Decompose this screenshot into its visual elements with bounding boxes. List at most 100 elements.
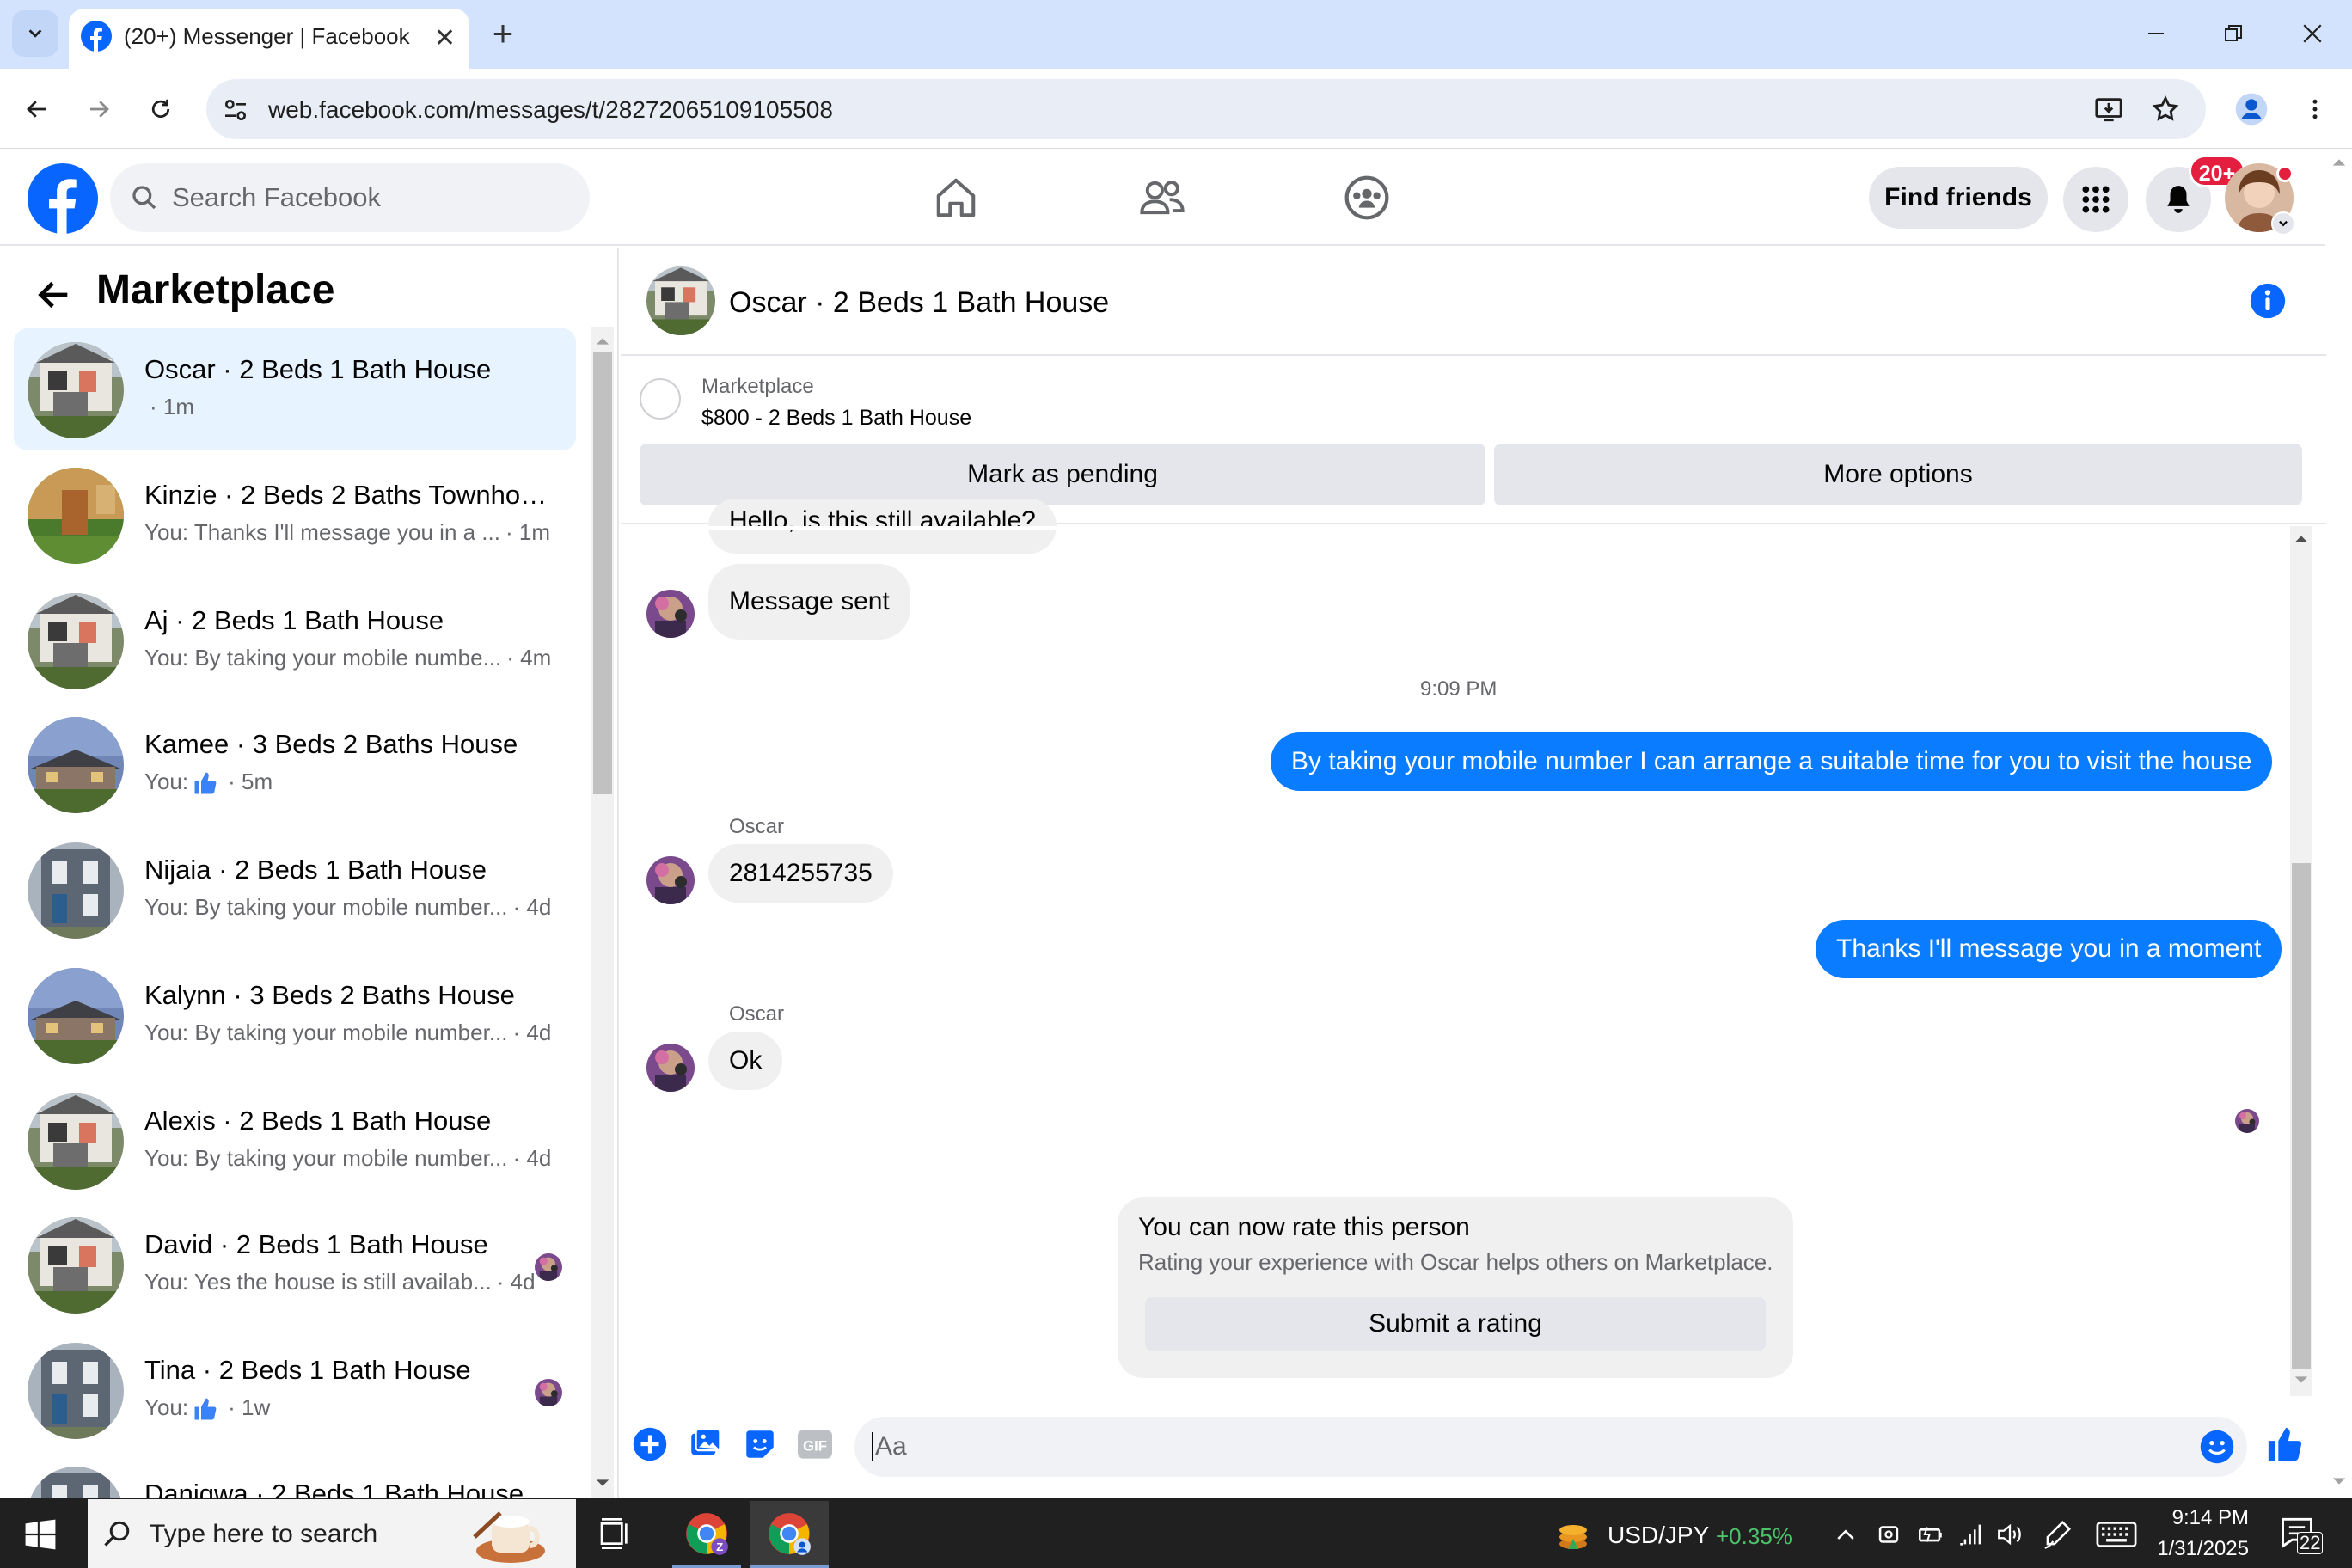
chevron-up-icon[interactable]	[1833, 1522, 1859, 1547]
online-status-dot	[2276, 165, 2294, 182]
submit-rating-button[interactable]: Submit a rating	[1145, 1297, 1766, 1351]
windows-start-icon[interactable]	[24, 1518, 57, 1551]
oscar-profile-photo	[646, 1044, 695, 1092]
house-white-image	[28, 593, 124, 689]
oscar-avatar[interactable]	[646, 1044, 695, 1092]
conversation-name: David · 2 Beds 1 Bath House	[144, 1229, 488, 1259]
minimize-icon	[2148, 33, 2164, 34]
listing-thumbnail	[28, 1093, 124, 1190]
incoming-message-bubble[interactable]: 2814255735	[708, 844, 893, 903]
clock-date[interactable]: 1/31/2025	[2147, 1537, 2249, 1561]
chat-scroll-thumb[interactable]	[2292, 863, 2311, 1369]
more-options-button[interactable]: More options	[1494, 444, 2302, 505]
address-bar[interactable]: web.facebook.com/messages/t/282720651091…	[206, 79, 2206, 139]
menu-button[interactable]	[2063, 167, 2128, 232]
minimize-button[interactable]	[2130, 12, 2182, 55]
taskbar-search-box[interactable]: Type here to search	[88, 1499, 576, 1568]
message-input[interactable]: Aa	[854, 1417, 2247, 1477]
gif-button[interactable]: GIF	[794, 1424, 836, 1465]
conversation-item[interactable]: Tina · 2 Beds 1 Bath House You: · 1w	[14, 1329, 576, 1451]
account-menu-chevron[interactable]	[2271, 211, 2295, 236]
conversation-item[interactable]: Kamee · 3 Beds 2 Baths House You: · 5m	[14, 703, 576, 825]
oscar-avatar[interactable]	[646, 590, 695, 638]
search-highlight-icon	[473, 1511, 545, 1563]
install-app-icon[interactable]	[2094, 95, 2123, 124]
attach-photo-button[interactable]	[684, 1424, 726, 1465]
listing-category: Marketplace	[701, 375, 814, 398]
back-arrow-icon[interactable]	[34, 275, 74, 315]
facebook-logo-icon[interactable]	[28, 163, 98, 234]
nav-friends[interactable]	[1128, 168, 1197, 227]
profile-button[interactable]	[2228, 86, 2275, 132]
conversation-preview-line: You: By taking your mobile number... · 4d	[144, 894, 551, 921]
conversation-item[interactable]: Kalynn · 3 Beds 2 Baths House You: By tak…	[14, 954, 576, 1076]
emoji-icon[interactable]	[2199, 1429, 2235, 1465]
incoming-message-bubble[interactable]: Message sent	[708, 564, 910, 640]
browser-menu-button[interactable]	[2292, 86, 2338, 132]
conversation-item[interactable]: Oscar · 2 Beds 1 Bath House · 1m	[14, 328, 576, 450]
scroll-up-arrow-icon[interactable]	[595, 334, 610, 349]
notification-count: 22	[2297, 1532, 2324, 1554]
conversation-item[interactable]: David · 2 Beds 1 Bath House You: Yes the …	[14, 1204, 576, 1326]
incoming-message-bubble[interactable]: Ok	[708, 1032, 783, 1090]
conversation-preview: You: By taking your mobile numbe...	[144, 645, 502, 671]
mark-as-pending-button[interactable]: Mark as pending	[640, 444, 1485, 505]
conversation-time: · 1m	[150, 394, 194, 420]
wifi-icon[interactable]	[1957, 1520, 1986, 1549]
conversation-item[interactable]: Nijaia · 2 Beds 1 Bath House You: By taki…	[14, 829, 576, 951]
info-icon[interactable]	[2249, 282, 2287, 320]
chat-title[interactable]: Oscar · 2 Beds 1 Bath House	[729, 286, 1109, 320]
bookmark-star-icon[interactable]	[2151, 95, 2180, 124]
scroll-down-arrow-icon[interactable]	[595, 1475, 610, 1491]
outgoing-message-bubble[interactable]: By taking your mobile number I can arran…	[1271, 732, 2273, 791]
scroll-down-arrow-icon[interactable]	[2331, 1473, 2347, 1489]
back-button[interactable]	[14, 86, 60, 132]
scroll-up-arrow-icon[interactable]	[2294, 531, 2309, 547]
outgoing-message-bubble[interactable]: Thanks I'll message you in a moment	[1816, 920, 2282, 978]
conversation-item[interactable]: Alexis · 2 Beds 1 Bath House You: By taki…	[14, 1080, 576, 1202]
conversation-list-scroll-thumb[interactable]	[593, 352, 612, 794]
scroll-down-arrow-icon[interactable]	[2294, 1372, 2309, 1387]
conversation-item[interactable]: Aj · 2 Beds 1 Bath House You: By taking y…	[14, 579, 576, 701]
oscar-avatar[interactable]	[646, 856, 695, 904]
listing-price-title[interactable]: $800 - 2 Beds 1 Bath House	[701, 406, 971, 431]
conversation-name: Nijaia · 2 Beds 1 Bath House	[144, 854, 487, 885]
task-view-icon[interactable]	[597, 1516, 633, 1551]
keyboard-icon[interactable]	[2096, 1520, 2137, 1549]
page-scrollbar[interactable]	[2326, 150, 2352, 1498]
notification-center-button[interactable]: 22	[2278, 1513, 2326, 1556]
taskbar-chrome-active-app[interactable]	[750, 1501, 829, 1568]
nav-home[interactable]	[922, 168, 990, 227]
tab-close-icon[interactable]: ✕	[434, 24, 456, 53]
clock-time[interactable]: 9:14 PM	[2156, 1506, 2249, 1530]
scroll-up-arrow-icon[interactable]	[2331, 155, 2347, 170]
send-like-button[interactable]	[2264, 1424, 2306, 1465]
find-friends-button[interactable]: Find friends	[1869, 167, 2048, 229]
house-white-image	[28, 1093, 124, 1190]
message-timestamp: 9:09 PM	[1420, 677, 1498, 701]
battery-icon[interactable]	[1915, 1520, 1946, 1549]
ticker-symbol[interactable]: USD/JPY	[1608, 1522, 1709, 1549]
forward-button[interactable]	[76, 86, 122, 132]
sticker-button[interactable]	[739, 1424, 781, 1465]
tab-search-button[interactable]	[12, 10, 58, 57]
reload-button[interactable]	[138, 86, 184, 132]
browser-tab[interactable]: (20+) Messenger | Facebook ✕	[69, 9, 469, 70]
volume-icon[interactable]	[1994, 1520, 2025, 1549]
svg-text:GIF: GIF	[803, 1438, 827, 1455]
chat-listing-thumbnail[interactable]	[646, 266, 715, 335]
new-tab-button[interactable]: +	[483, 12, 523, 55]
conversation-item[interactable]: Kinzie · 2 Beds 2 Baths Townhou... You: T…	[14, 454, 576, 576]
add-attachment-button[interactable]	[629, 1424, 671, 1465]
nav-groups[interactable]	[1332, 168, 1401, 227]
pen-icon[interactable]	[2041, 1518, 2073, 1551]
facebook-search-input[interactable]: Search Facebook	[110, 163, 590, 232]
meet-now-icon[interactable]	[1874, 1520, 1903, 1549]
site-info-icon[interactable]	[222, 96, 249, 124]
listing-radio-circle[interactable]	[640, 378, 681, 420]
taskbar-chrome-app[interactable]: Z	[672, 1501, 741, 1568]
close-window-button[interactable]	[2287, 12, 2338, 55]
message-text: Hello, is this still available?	[729, 506, 1036, 535]
restore-button[interactable]	[2208, 12, 2259, 55]
stock-ticker-icon[interactable]	[1553, 1513, 1594, 1554]
